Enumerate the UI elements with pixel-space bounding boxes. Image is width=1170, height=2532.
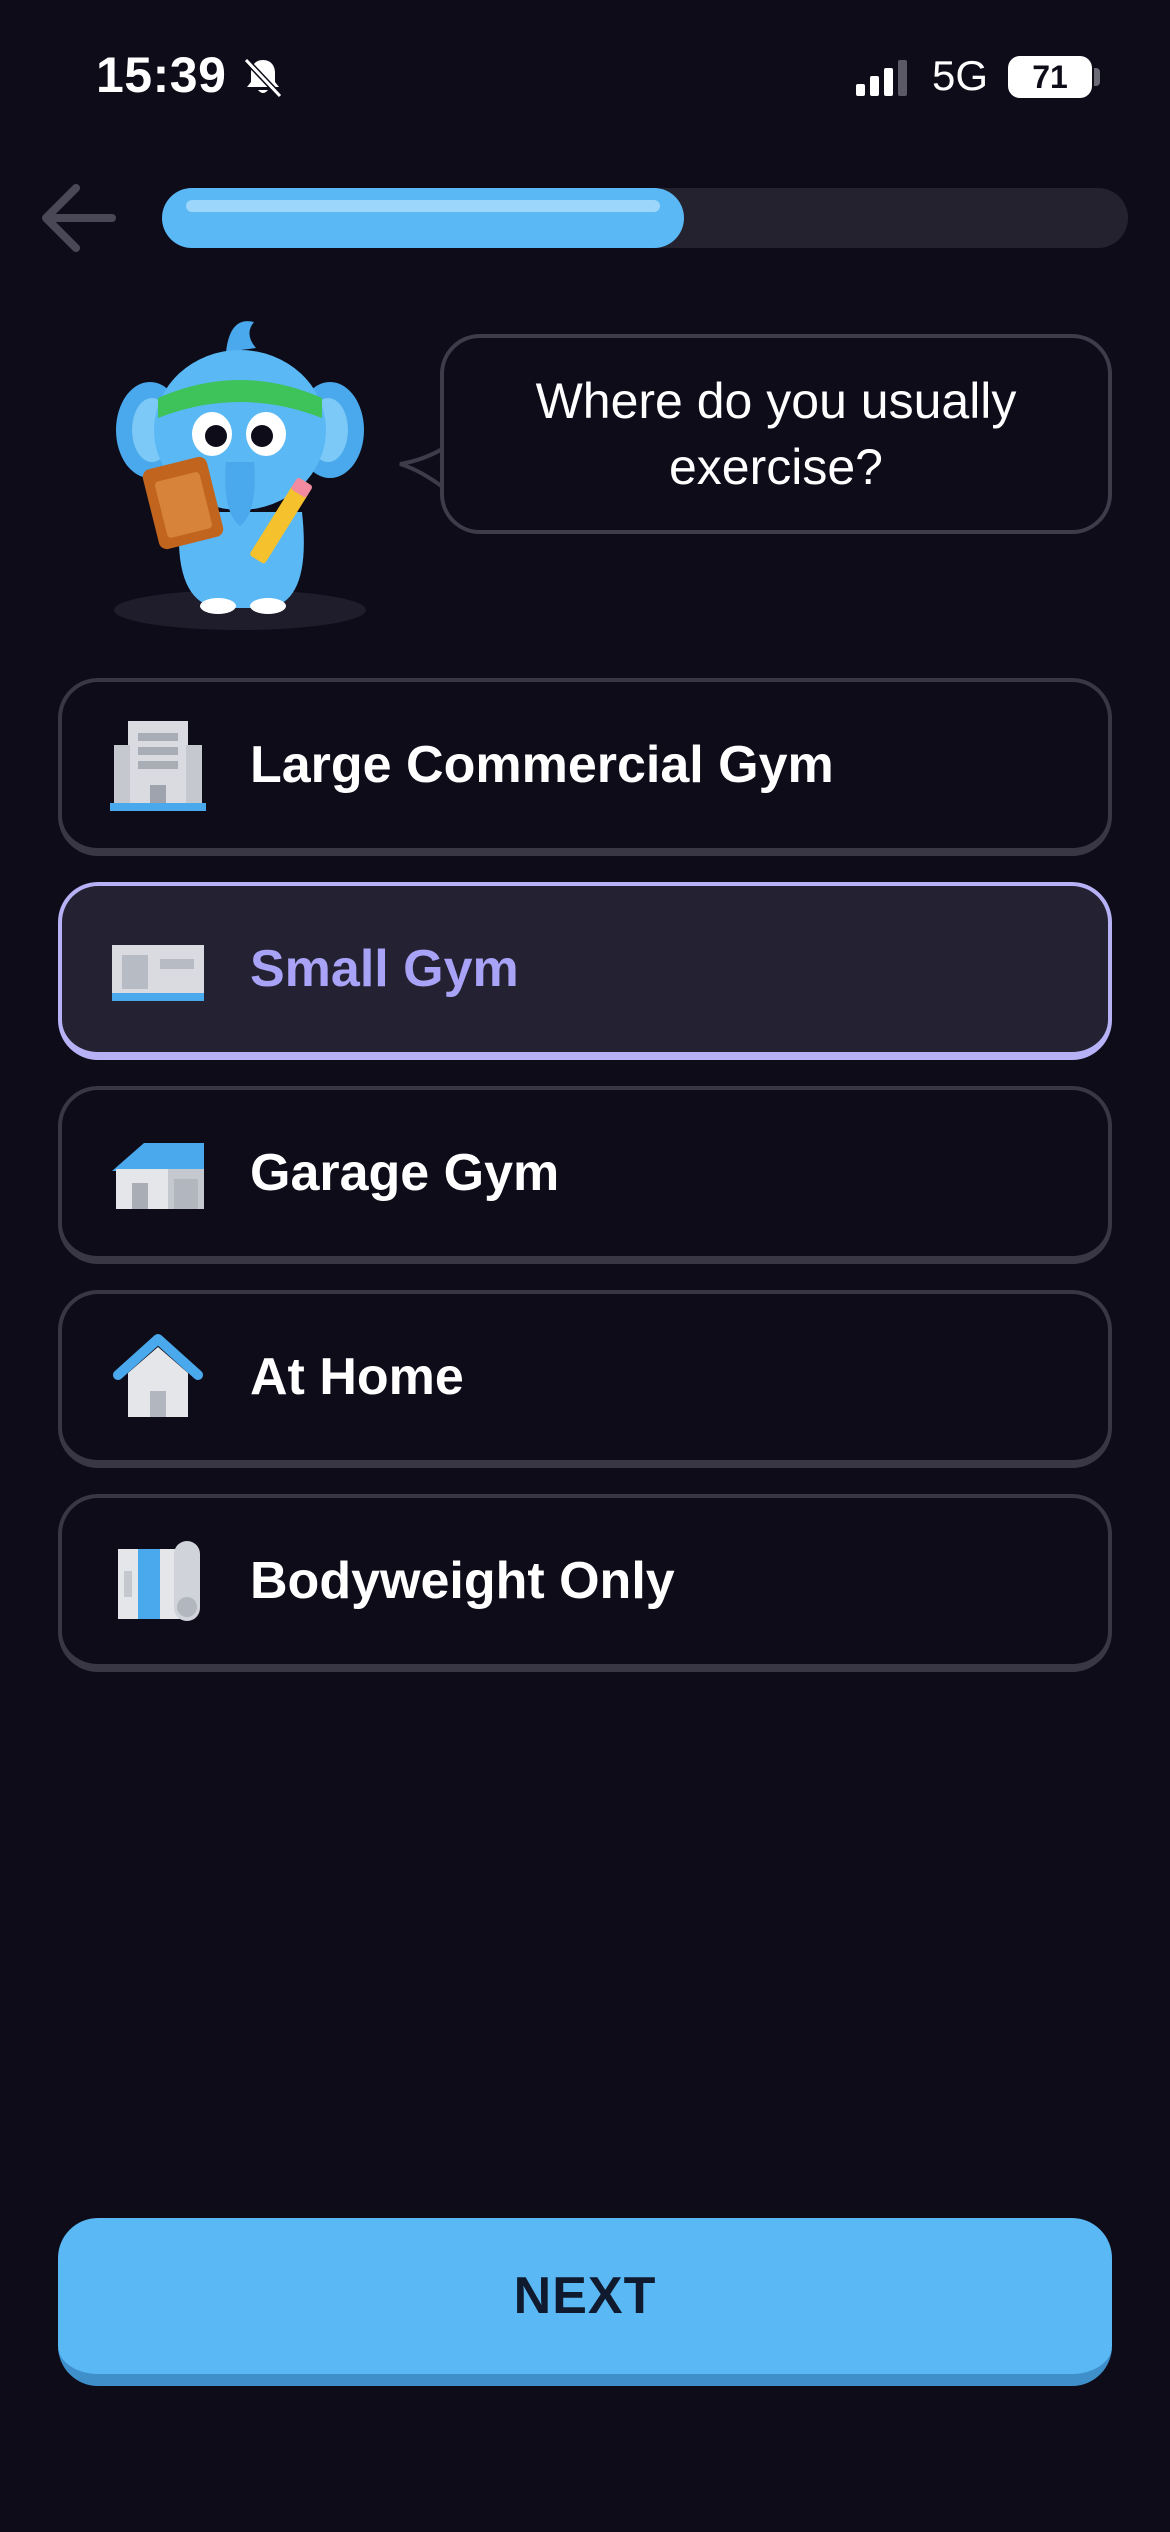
question-text: Where do you usually exercise?	[535, 373, 1017, 495]
status-bar: 15:39 5G 71	[0, 0, 1170, 150]
option-garage-gym[interactable]: Garage Gym	[58, 1086, 1112, 1264]
battery-tip	[1094, 68, 1100, 86]
battery-icon: 71	[1008, 56, 1092, 98]
house-icon	[113, 1334, 203, 1417]
battery-level: 71	[1032, 59, 1068, 95]
bell-slash-icon	[243, 57, 283, 99]
next-button[interactable]: NEXT	[58, 2218, 1112, 2386]
option-label: Small Gym	[250, 940, 519, 998]
exercise-mat-icon	[118, 1541, 200, 1621]
status-time: 15:39	[96, 47, 227, 103]
option-label: At Home	[250, 1348, 464, 1406]
signal-bars-icon	[856, 60, 907, 96]
garage-house-icon	[112, 1143, 204, 1209]
small-building-icon	[112, 945, 204, 1001]
option-label: Bodyweight Only	[250, 1552, 675, 1610]
progress-bar	[162, 188, 1128, 248]
options-list: Large Commercial Gym Small Gym Garage Gy…	[58, 678, 1112, 1698]
option-label: Garage Gym	[250, 1144, 560, 1202]
option-at-home[interactable]: At Home	[58, 1290, 1112, 1468]
progress-shine	[186, 200, 660, 212]
elephant-mascot	[114, 321, 366, 630]
progress-fill	[162, 188, 684, 248]
office-building-icon	[110, 721, 206, 811]
arrow-left-icon[interactable]	[36, 176, 120, 260]
next-button-label: NEXT	[513, 2267, 657, 2325]
option-label: Large Commercial Gym	[250, 736, 834, 794]
option-small-gym[interactable]: Small Gym	[58, 882, 1112, 1060]
network-label: 5G	[932, 52, 989, 99]
option-bodyweight-only[interactable]: Bodyweight Only	[58, 1494, 1112, 1672]
speech-bubble: Where do you usually exercise?	[440, 334, 1112, 534]
option-large-commercial-gym[interactable]: Large Commercial Gym	[58, 678, 1112, 856]
